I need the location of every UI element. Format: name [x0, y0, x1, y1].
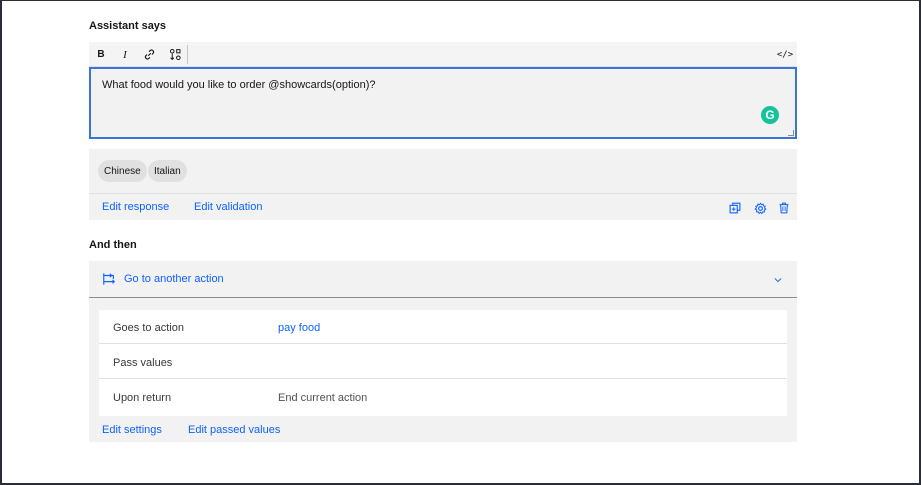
variable-button[interactable]: [163, 42, 187, 67]
edit-validation-link[interactable]: Edit validation: [194, 201, 263, 213]
message-text: What food would you like to order @showc…: [102, 79, 376, 91]
settings-icon: [753, 201, 767, 214]
detail-value: End current action: [278, 392, 368, 404]
toolbar-divider: [187, 45, 188, 64]
next-step-dropdown[interactable]: Go to another action: [89, 261, 797, 298]
resize-handle[interactable]: [788, 130, 794, 136]
options-panel: Chinese Italian Edit response Edit valid…: [89, 149, 797, 220]
delete-button[interactable]: [776, 200, 792, 216]
table-row: Upon return End current action: [99, 380, 787, 414]
bold-button[interactable]: B: [89, 42, 113, 67]
edit-passed-values-link[interactable]: Edit passed values: [188, 424, 280, 436]
goes-to-action-link[interactable]: pay food: [278, 322, 320, 334]
option-chip[interactable]: Italian: [148, 160, 187, 182]
assistant-says-heading: Assistant says: [89, 20, 167, 32]
detail-label: Goes to action: [113, 322, 184, 334]
table-row: Goes to action pay food: [99, 310, 787, 344]
chevron-down-icon: [774, 278, 782, 283]
variable-icon: [169, 48, 181, 61]
duplicate-icon: [729, 202, 741, 214]
detail-label: Pass values: [113, 357, 173, 369]
panel-divider: [89, 193, 797, 194]
settings-button[interactable]: [752, 200, 768, 216]
italic-button[interactable]: I: [113, 42, 137, 67]
dropdown-label: Go to another action: [124, 273, 224, 285]
detail-label: Upon return: [113, 392, 172, 404]
grammarly-icon[interactable]: G: [761, 106, 779, 124]
go-to-action-icon: [103, 273, 116, 285]
table-row: Pass values: [99, 345, 787, 379]
action-details-table: Goes to action pay food Pass values Upon…: [99, 310, 787, 416]
option-chip[interactable]: Chinese: [98, 160, 147, 182]
duplicate-button[interactable]: [727, 200, 743, 216]
message-editor[interactable]: What food would you like to order @showc…: [89, 67, 797, 139]
delete-icon: [779, 202, 789, 214]
link-icon: [144, 49, 154, 60]
code-view-button[interactable]: </>: [773, 42, 797, 67]
edit-response-link[interactable]: Edit response: [102, 201, 169, 213]
and-then-heading: And then: [89, 239, 137, 251]
action-details-panel: Goes to action pay food Pass values Upon…: [89, 298, 797, 442]
rich-text-toolbar: B I </>: [89, 42, 797, 67]
link-button[interactable]: [137, 42, 161, 67]
edit-settings-link[interactable]: Edit settings: [102, 424, 162, 436]
